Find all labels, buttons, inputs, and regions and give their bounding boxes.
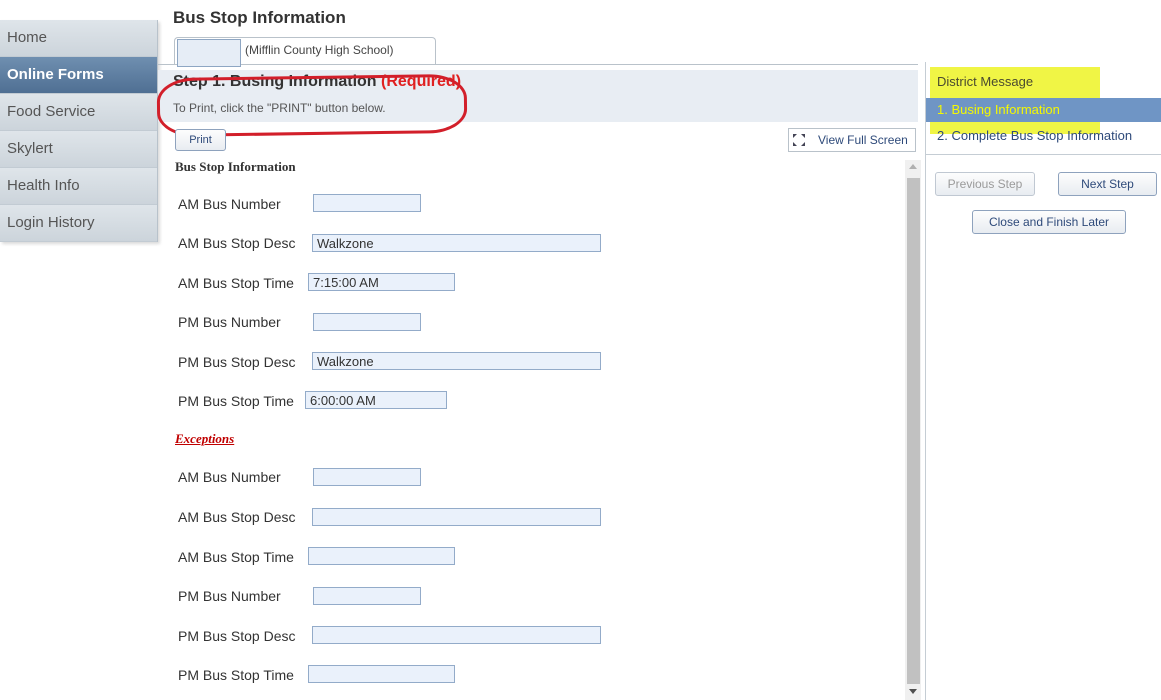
student-tab[interactable]: (Mifflin County High School) — [174, 37, 436, 67]
step-title: Step 1. Busing Information (Required) — [173, 73, 461, 91]
view-full-screen-label: View Full Screen — [818, 133, 908, 147]
print-button[interactable]: Print — [175, 129, 226, 151]
pm-bus-number-field[interactable] — [313, 313, 421, 331]
nav-item-online-forms[interactable]: Online Forms — [0, 57, 157, 94]
nav-item-health-info[interactable]: Health Info — [0, 168, 157, 205]
field-label: AM Bus Stop Desc — [178, 509, 296, 525]
exception-pm-bus-stop-desc-field[interactable] — [312, 626, 601, 644]
steps-panel: District Message 1. Busing Information 2… — [925, 62, 1161, 700]
nav-item-home[interactable]: Home — [0, 20, 157, 57]
pm-bus-stop-desc-field[interactable]: Walkzone — [312, 352, 601, 370]
exception-am-bus-stop-desc-field[interactable] — [312, 508, 601, 526]
scroll-thumb[interactable] — [907, 178, 920, 684]
field-label: PM Bus Number — [178, 314, 281, 330]
field-label: PM Bus Stop Time — [178, 667, 294, 683]
print-hint: To Print, click the "PRINT" button below… — [173, 101, 386, 115]
bus-stop-form: Bus Stop Information AM Bus Number AM Bu… — [158, 152, 903, 700]
field-label: PM Bus Stop Time — [178, 393, 294, 409]
steps-divider — [926, 154, 1161, 155]
field-label: PM Bus Stop Desc — [178, 354, 296, 370]
step-busing-information[interactable]: 1. Busing Information — [926, 98, 1161, 122]
form-scrollbar[interactable] — [905, 160, 921, 700]
student-tab-strip: (Mifflin County High School) — [158, 34, 918, 67]
field-label: PM Bus Stop Desc — [178, 628, 296, 644]
exception-am-bus-stop-time-field[interactable] — [308, 547, 455, 565]
student-tab-label: (Mifflin County High School) — [245, 43, 394, 57]
nav-item-skylert[interactable]: Skylert — [0, 131, 157, 168]
nav-item-food-service[interactable]: Food Service — [0, 94, 157, 131]
field-label: PM Bus Number — [178, 588, 281, 604]
step-complete-bus-stop-information[interactable]: 2. Complete Bus Stop Information — [926, 124, 1161, 148]
required-badge: (Required) — [381, 73, 462, 90]
nav-item-login-history[interactable]: Login History — [0, 205, 157, 242]
am-bus-stop-time-field[interactable]: 7:15:00 AM — [308, 273, 455, 291]
field-label: AM Bus Stop Desc — [178, 235, 296, 251]
field-label: AM Bus Stop Time — [178, 275, 294, 291]
form-section-title: Bus Stop Information — [175, 159, 296, 174]
exception-pm-bus-number-field[interactable] — [313, 587, 421, 605]
close-and-finish-later-button[interactable]: Close and Finish Later — [972, 210, 1126, 234]
scroll-down-arrow-icon[interactable] — [909, 689, 917, 694]
previous-step-button[interactable]: Previous Step — [935, 172, 1035, 196]
exceptions-title: Exceptions — [175, 431, 235, 446]
left-nav: Home Online Forms Food Service Skylert H… — [0, 20, 158, 242]
exception-am-bus-number-field[interactable] — [313, 468, 421, 486]
step-header: Step 1. Busing Information (Required) To… — [158, 70, 918, 122]
fullscreen-icon — [793, 134, 805, 146]
scroll-up-arrow-icon[interactable] — [909, 164, 917, 169]
exception-pm-bus-stop-time-field[interactable] — [308, 665, 455, 683]
next-step-button[interactable]: Next Step — [1058, 172, 1157, 196]
page-title: Bus Stop Information — [173, 8, 346, 27]
step-title-text: Step 1. Busing Information — [173, 73, 377, 90]
field-label: AM Bus Stop Time — [178, 549, 294, 565]
pm-bus-stop-time-field[interactable]: 6:00:00 AM — [305, 391, 447, 409]
am-bus-stop-desc-field[interactable]: Walkzone — [312, 234, 601, 252]
field-label: AM Bus Number — [178, 196, 281, 212]
field-label: AM Bus Number — [178, 469, 281, 485]
student-photo-box — [177, 39, 241, 67]
step-district-message[interactable]: District Message — [926, 70, 1161, 94]
am-bus-number-field[interactable] — [313, 194, 421, 212]
view-full-screen-button[interactable]: View Full Screen — [788, 128, 916, 152]
